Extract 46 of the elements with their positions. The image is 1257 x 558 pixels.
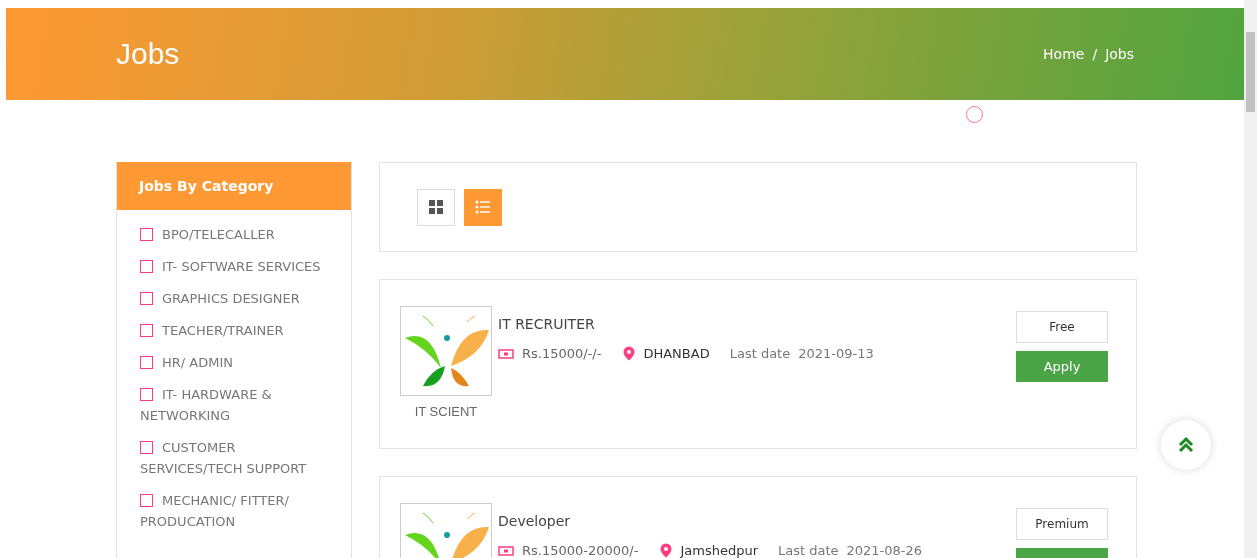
checkbox[interactable]: [140, 388, 153, 401]
last-date-value: 2021-09-13: [798, 346, 874, 361]
double-chevron-up-icon: [1177, 436, 1195, 454]
last-date-label: Last date: [778, 543, 839, 558]
category-label[interactable]: IT- SOFTWARE SERVICES: [140, 256, 331, 277]
scrollbar-thumb[interactable]: [1246, 32, 1255, 112]
scrollbar[interactable]: [1244, 0, 1257, 558]
money-icon: [498, 348, 514, 359]
category-panel-title: Jobs By Category: [117, 162, 351, 210]
company-name: IT SCIENT: [414, 404, 478, 419]
grid-icon: [428, 199, 444, 215]
plan-badge: Free: [1016, 311, 1108, 343]
job-location: DHANBAD: [643, 346, 710, 361]
page-title: Jobs: [116, 37, 180, 71]
breadcrumb-separator: /: [1092, 46, 1098, 62]
salary-text: Rs.15000-20000/-: [522, 543, 639, 558]
plan-badge: Premium: [1016, 508, 1108, 540]
checkbox[interactable]: [140, 260, 153, 273]
category-label[interactable]: HR/ ADMIN: [140, 352, 331, 373]
category-label[interactable]: TEACHER/TRAINER: [140, 320, 331, 341]
job-location: Jamshedpur: [680, 543, 758, 558]
checkbox[interactable]: [140, 228, 153, 241]
checkbox[interactable]: [140, 441, 153, 454]
category-label[interactable]: CUSTOMER SERVICES/TECH SUPPORT: [140, 437, 331, 479]
money-icon: [498, 545, 514, 556]
category-label[interactable]: GRAPHICS DESIGNER: [140, 288, 331, 309]
salary-text: Rs.15000/-/-: [522, 346, 602, 361]
category-label[interactable]: MECHANIC/ FITTER/ PRODUCATION: [140, 490, 331, 532]
category-label[interactable]: IT- HARDWARE & NETWORKING: [140, 384, 331, 426]
apply-button[interactable]: Apply: [1016, 351, 1108, 382]
last-date-value: 2021-08-26: [846, 543, 923, 558]
job-title[interactable]: IT RECRUITER: [498, 316, 1016, 332]
checkbox[interactable]: [140, 324, 153, 337]
breadcrumb-link[interactable]: Home: [1043, 46, 1085, 62]
checkbox[interactable]: [140, 292, 153, 305]
scroll-to-top-button[interactable]: [1161, 420, 1211, 470]
list-icon: [475, 200, 491, 214]
breadcrumb-link[interactable]: Jobs: [1105, 46, 1134, 62]
checkbox[interactable]: [140, 356, 153, 369]
last-date-label: Last date: [729, 346, 791, 361]
list-view-button[interactable]: [464, 188, 502, 226]
grid-view-button[interactable]: [417, 188, 455, 226]
category-label[interactable]: BPO/TELECALLER: [140, 224, 331, 245]
job-title[interactable]: Developer: [498, 513, 1016, 529]
location-pin-icon: [623, 346, 636, 361]
checkbox[interactable]: [140, 494, 153, 507]
